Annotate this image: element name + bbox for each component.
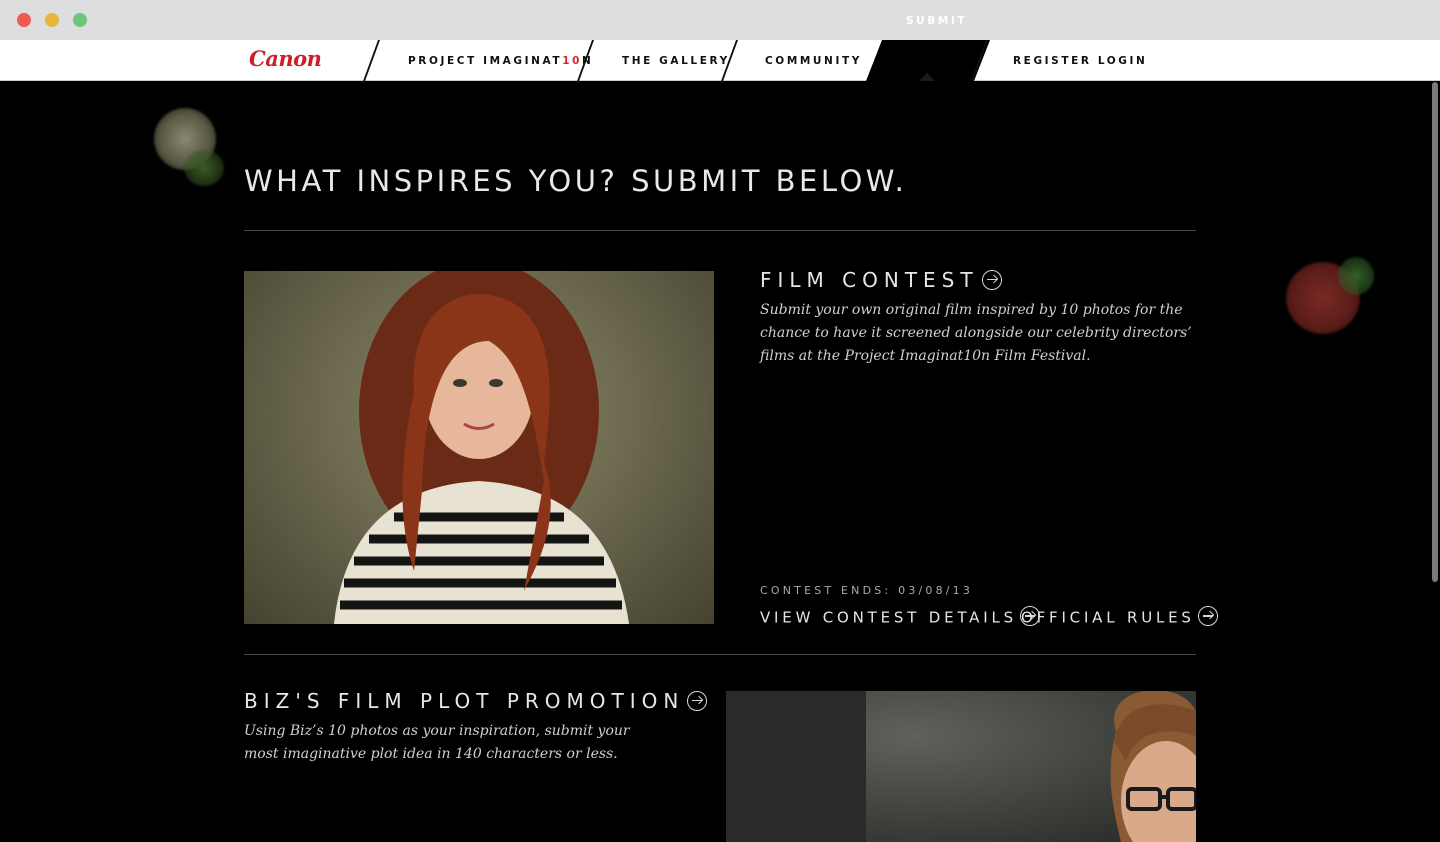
nav-project-highlight: 10 xyxy=(562,55,582,67)
arrow-right-circle-icon xyxy=(1197,606,1218,626)
divider xyxy=(244,654,1196,655)
biz-promo-photo xyxy=(726,691,1196,842)
close-window-button[interactable] xyxy=(17,13,31,27)
nav-the-gallery[interactable]: THE GALLERY xyxy=(622,55,730,67)
canon-logo[interactable]: Canon xyxy=(249,46,322,71)
active-tab-caret-icon xyxy=(919,73,935,81)
window-titlebar xyxy=(0,0,1440,40)
maximize-window-button[interactable] xyxy=(73,13,87,27)
divider xyxy=(244,230,1196,231)
bokeh-decoration xyxy=(184,150,224,186)
view-contest-details-label: VIEW CONTEST DETAILS xyxy=(760,608,1017,627)
film-contest-heading[interactable]: FILM CONTEST xyxy=(760,268,1002,292)
arrow-right-circle-icon[interactable] xyxy=(981,269,1002,290)
nav-community[interactable]: COMMUNITY xyxy=(765,55,862,67)
biz-promo-heading[interactable]: BIZ'S FILM PLOT PROMOTION xyxy=(244,689,708,713)
arrow-right-circle-icon[interactable] xyxy=(687,690,708,711)
view-contest-details-link[interactable]: VIEW CONTEST DETAILS xyxy=(760,606,1040,628)
nav-register-login[interactable]: REGISTER LOGIN xyxy=(1013,55,1147,67)
page-scrollbar[interactable] xyxy=(1432,82,1438,582)
nav-submit[interactable]: SUBMIT xyxy=(906,15,967,27)
film-contest-photo xyxy=(244,271,714,624)
nav-project-label: PROJECT IMAGINAT xyxy=(408,55,563,67)
nav-divider xyxy=(363,40,380,81)
page-title: WHAT INSPIRES YOU? SUBMIT BELOW. xyxy=(244,164,908,198)
top-navigation: Canon PROJECT IMAGINAT10N THE GALLERY CO… xyxy=(0,40,1440,81)
contest-end-date: CONTEST ENDS: 03/08/13 xyxy=(760,584,974,597)
biz-promo-title: BIZ'S FILM PLOT PROMOTION xyxy=(244,689,685,713)
biz-promo-description: Using Biz’s 10 photos as your inspiratio… xyxy=(244,723,630,762)
official-rules-label: OFFICIAL RULES xyxy=(1021,608,1195,627)
film-contest-title: FILM CONTEST xyxy=(760,268,979,292)
bokeh-decoration xyxy=(1338,257,1374,295)
minimize-window-button[interactable] xyxy=(45,13,59,27)
official-rules-link[interactable]: OFFICIAL RULES xyxy=(1021,606,1218,628)
film-contest-description: Submit your own original film inspired b… xyxy=(760,302,1192,364)
nav-project-imagination[interactable]: PROJECT IMAGINAT10N xyxy=(408,55,593,67)
